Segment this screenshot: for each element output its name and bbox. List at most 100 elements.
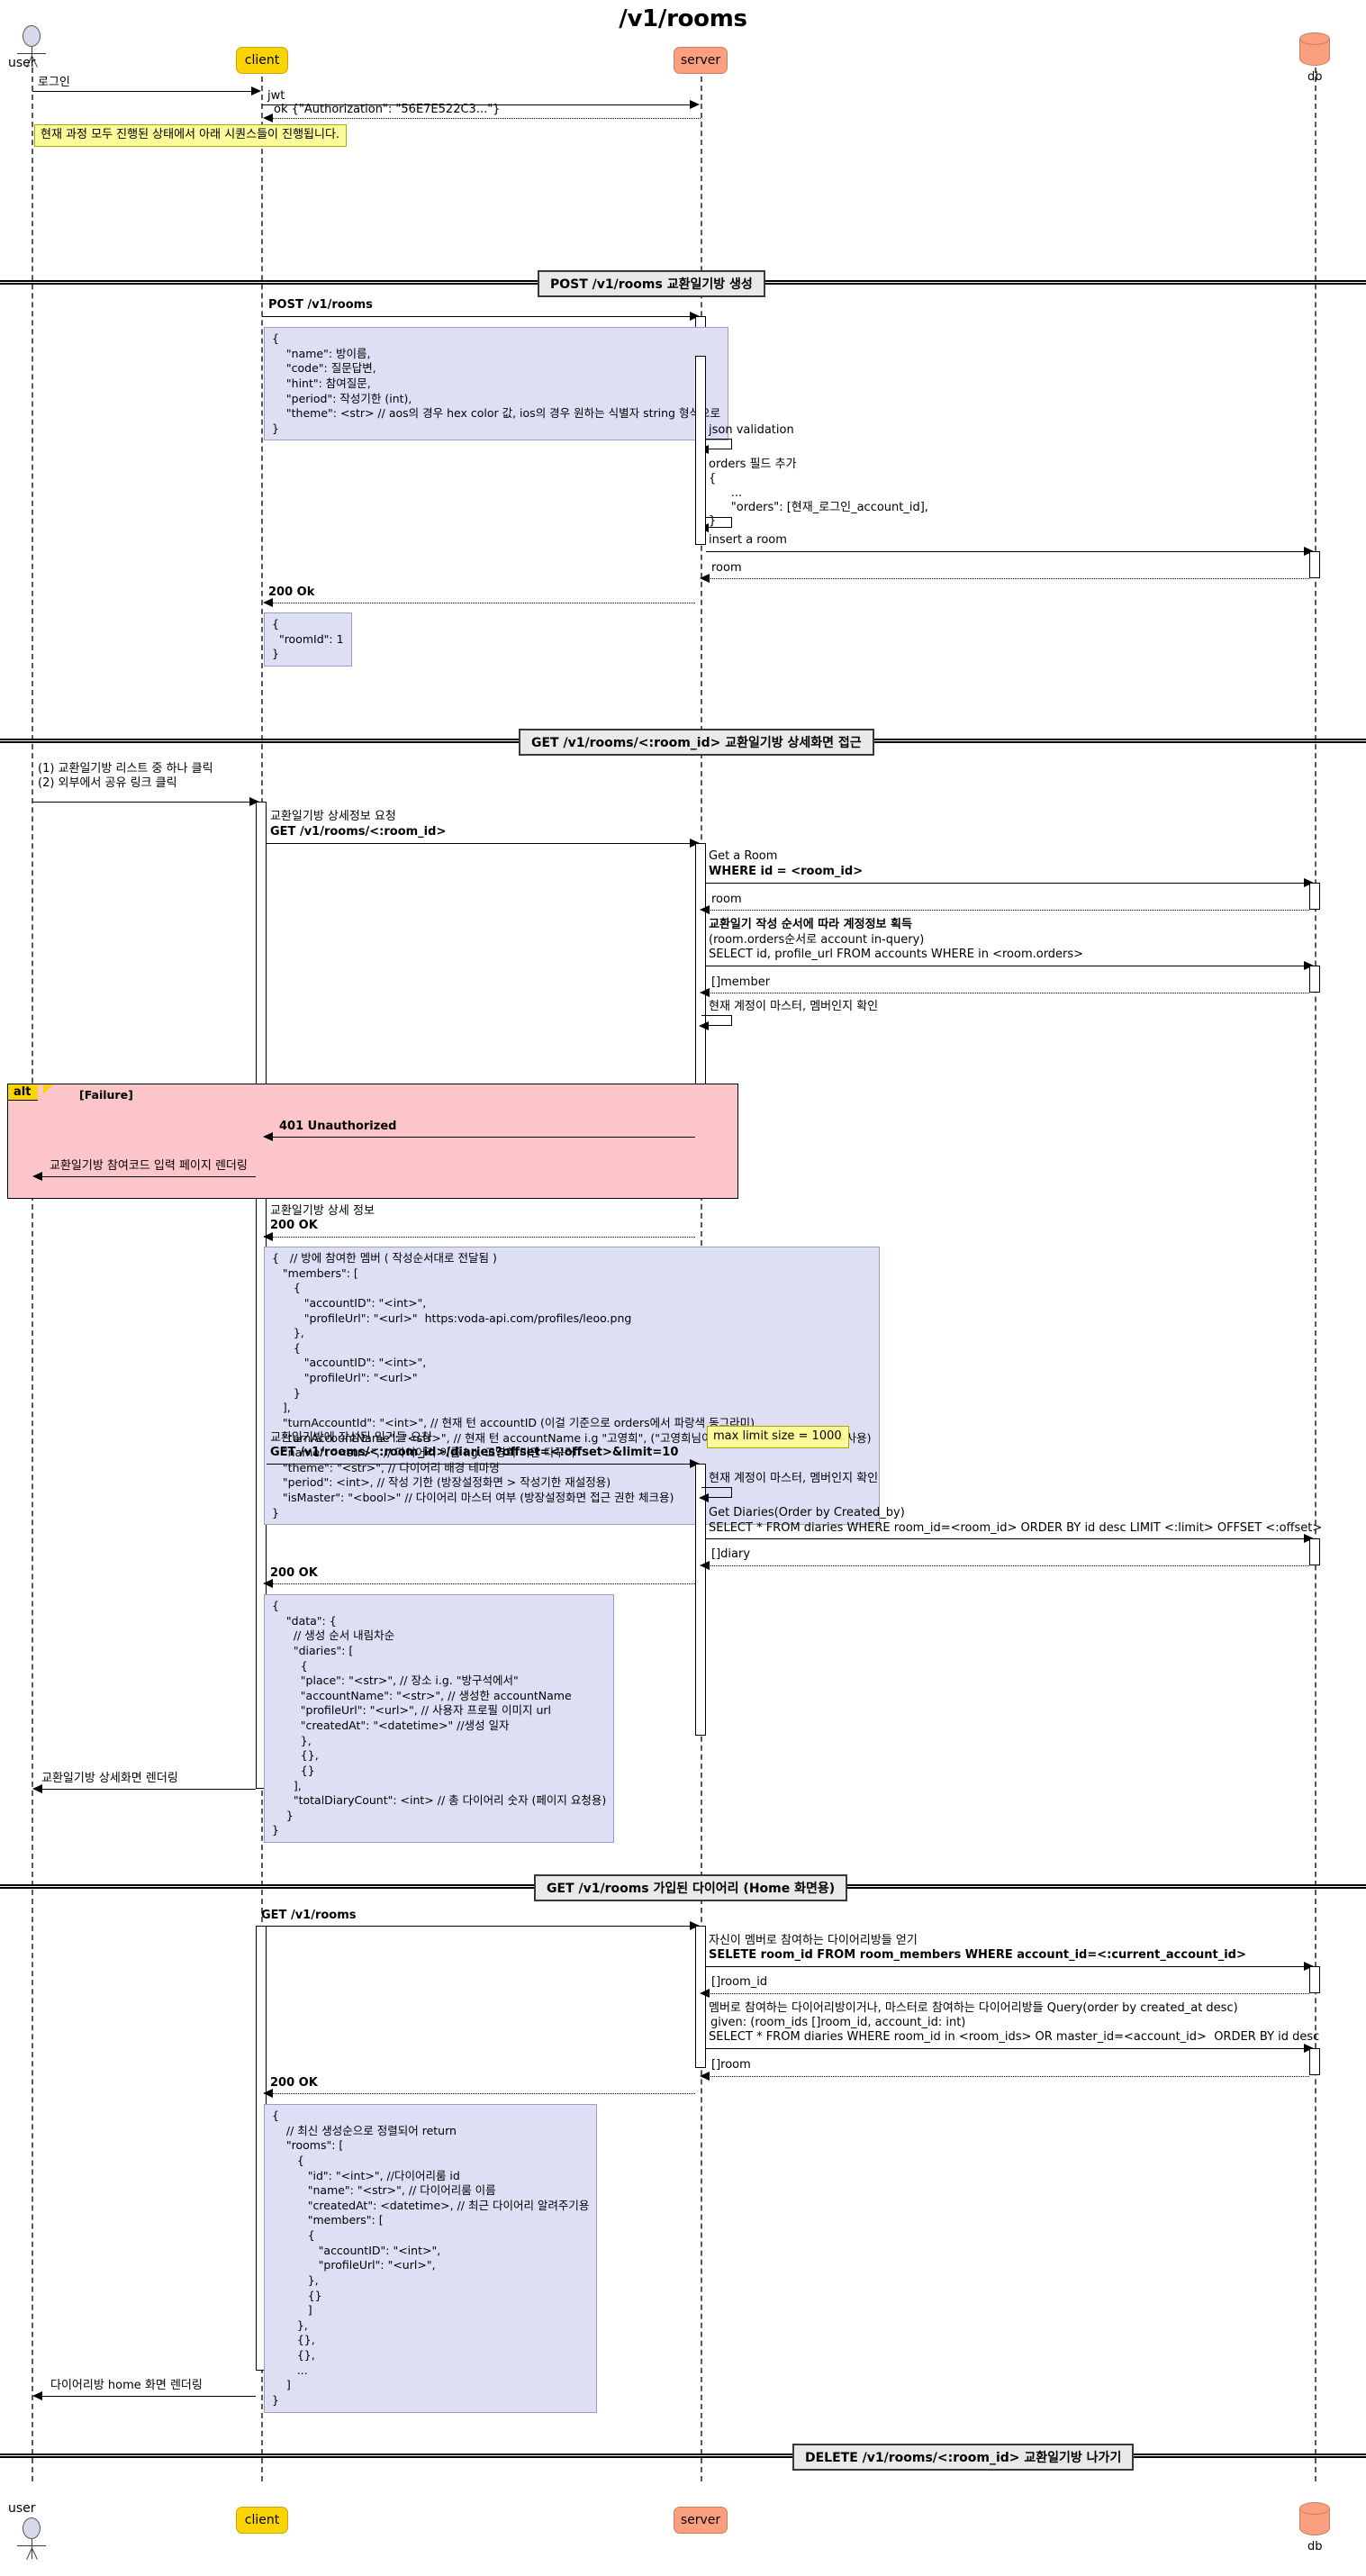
divider-post-rooms: POST /v1/rooms 교환일기방 생성 [538, 270, 765, 297]
msg-rooms-200-arrow [263, 2089, 273, 2098]
msg-login-label: 로그인 [38, 76, 70, 89]
msg-room-return-line [709, 578, 1309, 579]
database-db[interactable] [1299, 32, 1330, 68]
msg-detail-200-line [272, 1237, 695, 1238]
msg-diary-return-arrow [700, 1561, 710, 1570]
msg-diaries-request: GET /v1/rooms/<:room_id>/diaries?offset=… [270, 1446, 679, 1459]
actor-user-label-footer: user [8, 2501, 36, 2516]
msg-get-rooms-label: GET /v1/rooms [261, 1909, 357, 1922]
participant-client-footer[interactable]: client [236, 2507, 288, 2534]
note-login-precondition: 현재 과정 모두 진행된 상태에서 아래 시퀀스들이 진행됩니다. [34, 124, 348, 147]
msg-rooms-query-note: 멤버로 참여하는 다이어리방이거나, 마스터로 참여하는 다이어리방들 Quer… [709, 2001, 1238, 2015]
msg-roomid-return-label: []room_id [711, 1975, 768, 1989]
participant-server-label: server [680, 53, 721, 68]
msg-json-validation-label: json validation [709, 423, 794, 437]
msg-login-arrow [251, 86, 261, 95]
msg-orders-field-label: orders 필드 추가 { ... "orders": [현재_로그인_acc… [709, 458, 928, 529]
msg-room-return-arrow [700, 574, 710, 583]
actor-user-label: user [8, 56, 36, 70]
msg-rooms-return-arrow [700, 2072, 710, 2081]
msg-rooms-return-label: []room [711, 2058, 751, 2072]
note-post-request-body: { "name": 방이름, "code": 질문답변, "hint": 참여질… [264, 327, 728, 441]
msg-room-detail-return-label: room [711, 893, 742, 906]
msg-401-label: 401 Unauthorized [279, 1120, 397, 1133]
msg-joincode-render-line [41, 1176, 256, 1177]
note-rooms-response-body: { // 최신 생성순으로 정렬되어 return "rooms": [ { "… [264, 2104, 598, 2413]
msg-jwt-arrow [690, 100, 700, 109]
msg-accounts-note: 교환일기 작성 순서에 따라 계정정보 획득 [709, 918, 912, 931]
activation-db-insert [1309, 551, 1320, 578]
database-db-label: db [1307, 70, 1323, 84]
msg-detail-render-line [41, 1789, 256, 1790]
lifeline-user [32, 68, 33, 2481]
msg-room-return-label: room [711, 561, 742, 575]
msg-member-return-arrow [700, 988, 710, 997]
msg-room-members-query: SELETE room_id FROM room_members WHERE a… [709, 1948, 1246, 1962]
database-db-footer[interactable] [1299, 2502, 1330, 2538]
msg-post-rooms-label: POST /v1/rooms [268, 298, 373, 312]
divider-rule-delete [0, 2454, 1366, 2458]
msg-diaries-200-label: 200 OK [270, 1566, 318, 1580]
msg-post-200-label: 200 Ok [268, 585, 315, 599]
activation-db-rooms [1309, 2048, 1320, 2075]
msg-get-diaries-note: Get Diaries(Order by Created_by) [709, 1506, 905, 1519]
msg-insert-room-label: insert a room [709, 533, 787, 547]
msg-diary-return-line [709, 1565, 1309, 1566]
alt-fragment-condition: [Failure] [79, 1088, 133, 1102]
selfmsg-diaries-check-arrow [699, 1493, 709, 1502]
msg-ok-auth-line [272, 118, 701, 119]
msg-room-detail-return-arrow [700, 905, 710, 914]
msg-joincode-render-arrow [32, 1172, 42, 1181]
page-title: /v1/rooms [619, 5, 747, 32]
msg-ok-auth-label: ok {"Authorization": "56E7E522C3..."} [274, 103, 501, 116]
divider-get-rooms-home: GET /v1/rooms 가입된 다이어리 (Home 화면용) [534, 1874, 848, 1901]
msg-get-room-query: WHERE id = <room_id> [709, 865, 864, 878]
msg-detail-request-line [267, 843, 692, 844]
selfmsg-master-check-arrow [699, 1021, 709, 1030]
msg-detail-200-note: 교환일기방 상세 정보 [270, 1204, 375, 1218]
msg-roomid-return-line [709, 1993, 1309, 1994]
activation-server-post-2 [695, 356, 706, 545]
msg-rooms-200-line [272, 2093, 695, 2094]
note-max-limit: max limit size = 1000 [707, 1426, 849, 1448]
msg-get-room-line [706, 883, 1307, 884]
msg-detail-200-label: 200 OK [270, 1219, 318, 1232]
msg-rooms-return-line [709, 2076, 1309, 2077]
msg-home-render-label: 다이어리방 home 화면 렌더링 [50, 2379, 203, 2392]
msg-401-arrow [263, 1132, 273, 1141]
msg-detail-request-label: GET /v1/rooms/<:room_id> [270, 825, 447, 839]
participant-server[interactable]: server [674, 47, 728, 74]
msg-joincode-render-label: 교환일기방 참여코드 입력 페이지 렌더링 [50, 1159, 248, 1173]
msg-detail-200-arrow [263, 1232, 273, 1241]
database-db-footer-label: db [1307, 2540, 1323, 2553]
msg-member-return-label: []member [711, 975, 771, 989]
activation-db-getroom [1309, 883, 1320, 910]
msg-insert-room-line [706, 551, 1307, 552]
msg-diaries-request-line [267, 1464, 692, 1465]
msg-login-line [32, 91, 254, 92]
msg-jwt-label: jwt [267, 89, 285, 103]
activation-db-roommembers [1309, 1966, 1320, 1993]
alt-fragment-tab: alt [7, 1084, 39, 1101]
msg-get-rooms-line [262, 1926, 692, 1927]
participant-server-footer[interactable]: server [674, 2507, 728, 2534]
msg-user-action-label: (1) 교환일기방 리스트 중 하나 클릭 (2) 외부에서 공유 링크 클릭 [38, 762, 213, 790]
lifeline-db [1315, 68, 1316, 2481]
msg-detail-render-arrow [32, 1784, 42, 1793]
msg-room-members-line [706, 1966, 1307, 1967]
msg-accounts-sub: (room.orders순서로 account in-query) [709, 933, 925, 947]
participant-client[interactable]: client [236, 47, 288, 74]
note-diaries-response-body: { "data": { // 생성 순서 내림차순 "diaries": [ {… [264, 1594, 615, 1843]
msg-get-diaries-query: SELECT * FROM diaries WHERE room_id=<roo… [709, 1521, 1323, 1535]
msg-get-room-note: Get a Room [709, 849, 778, 863]
msg-accounts-query: SELECT id, profile_url FROM accounts WHE… [709, 948, 1084, 961]
divider-get-room-detail: GET /v1/rooms/<:room_id> 교환일기방 상세화면 접근 [519, 729, 874, 756]
msg-401-line [272, 1137, 695, 1138]
msg-rooms-query-line [706, 2048, 1307, 2049]
msg-detail-render-label: 교환일기방 상세화면 렌더링 [41, 1772, 178, 1785]
msg-diaries-check-label: 현재 계정이 마스터, 멤버인지 확인 [709, 1472, 879, 1485]
msg-room-members-note: 자신이 멤버로 참여하는 다이어리방들 얻기 [709, 1934, 918, 1947]
participant-client-footer-label: client [244, 2513, 280, 2527]
msg-master-check-label: 현재 계정이 마스터, 멤버인지 확인 [709, 1000, 879, 1013]
msg-room-detail-return-line [709, 910, 1309, 911]
